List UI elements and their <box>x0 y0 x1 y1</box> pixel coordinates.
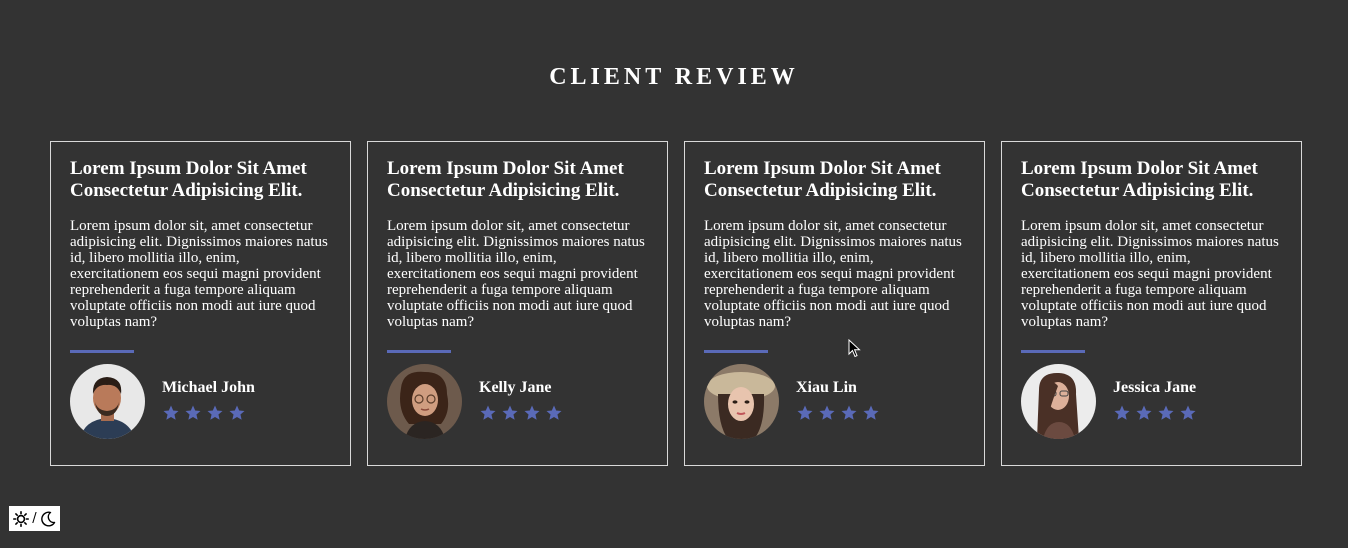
reviewer-name: Kelly Jane <box>479 378 552 396</box>
accent-divider <box>704 350 768 353</box>
star-icon <box>502 405 518 420</box>
review-title: Lorem Ipsum Dolor Sit Amet Consectetur A… <box>1021 158 1258 201</box>
avatar <box>387 364 462 439</box>
avatar <box>70 364 145 439</box>
section-title: CLIENT REVIEW <box>549 64 799 90</box>
star-icon <box>797 405 813 420</box>
accent-divider <box>70 350 134 353</box>
avatar <box>1021 364 1096 439</box>
star-icon <box>863 405 879 420</box>
moon-icon[interactable] <box>40 511 56 527</box>
review-title: Lorem Ipsum Dolor Sit Amet Consectetur A… <box>70 158 307 201</box>
review-title: Lorem Ipsum Dolor Sit Amet Consectetur A… <box>387 158 624 201</box>
star-icon <box>163 405 179 420</box>
reviewer-profile: Kelly Jane <box>387 364 563 439</box>
star-icon <box>546 405 562 420</box>
accent-divider <box>387 350 451 353</box>
mouse-cursor-icon <box>848 339 861 358</box>
review-text: Lorem ipsum dolor sit, amet consectetur … <box>70 218 328 330</box>
review-text: Lorem ipsum dolor sit, amet consectetur … <box>1021 218 1279 330</box>
review-title: Lorem Ipsum Dolor Sit Amet Consectetur A… <box>704 158 941 201</box>
reviewer-name: Xiau Lin <box>796 378 857 396</box>
reviewer-profile: Michael John <box>70 364 255 439</box>
page: CLIENT REVIEW Lorem Ipsum Dolor Sit Amet… <box>0 0 1348 548</box>
star-icon <box>524 405 540 420</box>
star-rating <box>479 404 563 422</box>
star-icon <box>1136 405 1152 420</box>
accent-divider <box>1021 350 1085 353</box>
avatar <box>704 364 779 439</box>
star-icon <box>841 405 857 420</box>
star-rating <box>162 404 255 422</box>
star-icon <box>480 405 496 420</box>
star-icon <box>1158 405 1174 420</box>
review-card: Lorem Ipsum Dolor Sit Amet Consectetur A… <box>1001 141 1302 466</box>
reviewer-profile: Xiau Lin <box>704 364 880 439</box>
review-text: Lorem ipsum dolor sit, amet consectetur … <box>387 218 645 330</box>
star-icon <box>1114 405 1130 420</box>
review-cards: Lorem Ipsum Dolor Sit Amet Consectetur A… <box>50 141 1302 466</box>
review-card: Lorem Ipsum Dolor Sit Amet Consectetur A… <box>50 141 351 466</box>
star-icon <box>185 405 201 420</box>
star-rating <box>1113 404 1197 422</box>
reviewer-name: Jessica Jane <box>1113 378 1197 396</box>
sun-icon[interactable] <box>13 510 30 527</box>
reviewer-name: Michael John <box>162 378 255 396</box>
star-icon <box>1180 405 1196 420</box>
review-card: Lorem Ipsum Dolor Sit Amet Consectetur A… <box>367 141 668 466</box>
theme-toggle[interactable]: / <box>9 506 60 531</box>
star-icon <box>819 405 835 420</box>
reviewer-profile: Jessica Jane <box>1021 364 1197 439</box>
star-icon <box>229 405 245 420</box>
star-rating <box>796 404 880 422</box>
star-icon <box>207 405 223 420</box>
toggle-separator: / <box>32 511 37 526</box>
review-card: Lorem Ipsum Dolor Sit Amet Consectetur A… <box>684 141 985 466</box>
review-text: Lorem ipsum dolor sit, amet consectetur … <box>704 218 962 330</box>
